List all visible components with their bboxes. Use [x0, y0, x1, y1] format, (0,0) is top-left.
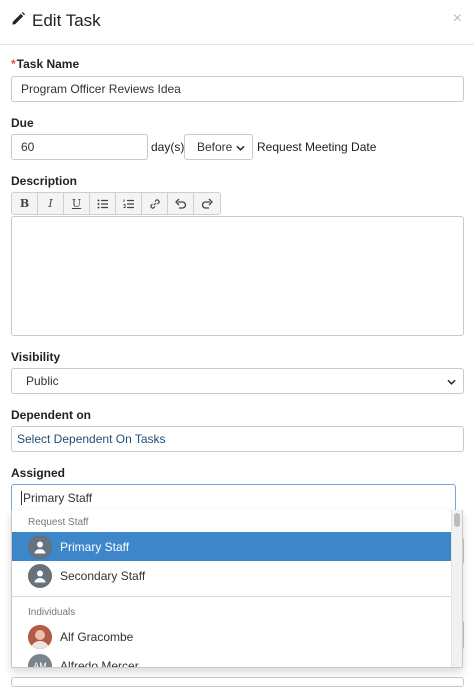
text-cursor	[21, 490, 22, 505]
dependent-placeholder: Select Dependent On Tasks	[17, 432, 166, 446]
task-name-label: *Task Name	[11, 57, 79, 71]
italic-icon[interactable]: I	[38, 193, 64, 214]
bold-icon[interactable]: B	[12, 193, 38, 214]
dependent-select[interactable]: Select Dependent On Tasks	[11, 426, 464, 452]
numbered-list-icon[interactable]	[116, 193, 142, 214]
visibility-label: Visibility	[11, 350, 61, 364]
link-icon[interactable]	[142, 193, 168, 214]
assigned-value: Primary Staff	[23, 490, 93, 505]
dependent-label: Dependent on	[11, 408, 91, 422]
required-marker: *	[11, 57, 16, 71]
underline-icon[interactable]: U	[64, 193, 90, 214]
hidden-field-behind-dropdown-3	[11, 677, 464, 687]
pencil-icon	[11, 11, 26, 31]
assigned-dropdown: Request Staff Primary Staff Secondary St…	[11, 510, 463, 668]
due-label: Due	[11, 116, 34, 130]
dropdown-scrollbar[interactable]	[451, 510, 462, 667]
option-secondary-staff[interactable]: Secondary Staff	[12, 561, 452, 590]
chevron-down-icon	[447, 374, 456, 388]
assigned-label: Assigned	[11, 466, 66, 480]
task-name-value: Program Officer Reviews Idea	[21, 82, 181, 96]
option-label: Alfredo Mercer	[60, 658, 139, 668]
group-label-request-staff: Request Staff	[28, 517, 89, 528]
modal-header: Edit Task ×	[0, 0, 474, 45]
due-anchor-label: Request Meeting Date	[257, 140, 377, 154]
visibility-value: Public	[26, 374, 59, 388]
user-icon	[28, 534, 52, 559]
task-name-input[interactable]: Program Officer Reviews Idea	[11, 76, 464, 102]
group-divider	[12, 596, 452, 597]
scrollbar-thumb[interactable]	[454, 513, 460, 527]
close-icon[interactable]: ×	[453, 11, 462, 27]
task-name-label-text: Task Name	[16, 57, 80, 71]
description-label: Description	[11, 174, 78, 188]
avatar: AM	[28, 653, 52, 667]
option-label: Primary Staff	[60, 539, 130, 554]
due-relation-select[interactable]: Before	[184, 134, 253, 160]
option-label: Secondary Staff	[60, 568, 146, 583]
visibility-select[interactable]: Public	[11, 368, 464, 394]
editor-toolbar: B I U	[11, 192, 221, 215]
option-alfredo-mercer[interactable]: AM Alfredo Mercer	[12, 651, 452, 668]
modal-title: Edit Task	[11, 11, 101, 31]
redo-icon[interactable]	[194, 193, 220, 214]
bullet-list-icon[interactable]	[90, 193, 116, 214]
due-days-input[interactable]: 60	[11, 134, 148, 160]
group-label-individuals: Individuals	[28, 607, 76, 618]
description-editor[interactable]	[11, 216, 464, 336]
option-label: Alf Gracombe	[60, 629, 134, 644]
modal-title-text: Edit Task	[32, 11, 101, 30]
due-unit-label: day(s)	[151, 140, 185, 154]
avatar	[28, 624, 52, 649]
option-primary-staff[interactable]: Primary Staff	[12, 532, 452, 561]
due-relation-value: Before	[197, 140, 233, 154]
due-days-value: 60	[21, 140, 35, 154]
option-alf-gracombe[interactable]: Alf Gracombe	[12, 622, 452, 651]
undo-icon[interactable]	[168, 193, 194, 214]
chevron-down-icon	[236, 140, 245, 154]
assigned-search-input[interactable]: Primary Staff	[11, 484, 456, 511]
user-icon	[28, 563, 52, 588]
